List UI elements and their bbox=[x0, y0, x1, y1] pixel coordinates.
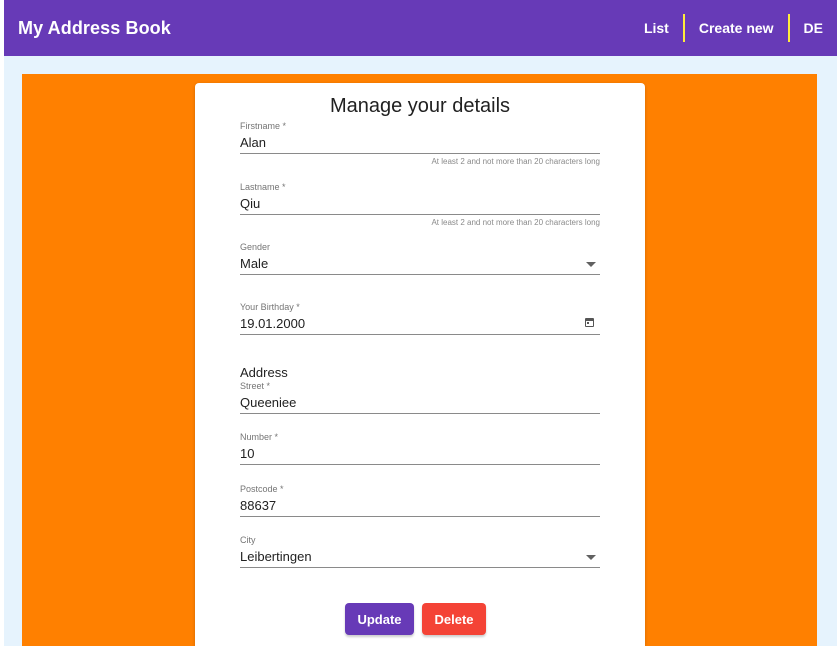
birthday-field: Your Birthday * 19.01.2000 bbox=[240, 302, 600, 335]
firstname-input[interactable]: Alan bbox=[240, 132, 600, 154]
postcode-field: Postcode * 88637 bbox=[240, 484, 600, 517]
street-field: Street * Queeniee bbox=[240, 381, 600, 414]
city-selected-value: Leibertingen bbox=[240, 549, 312, 564]
update-button[interactable]: Update bbox=[345, 603, 414, 635]
lastname-input[interactable]: Qiu bbox=[240, 193, 600, 215]
nav-list-link[interactable]: List bbox=[630, 20, 683, 36]
gender-selected-value: Male bbox=[240, 256, 269, 271]
top-nav: List Create new DE bbox=[630, 0, 837, 56]
lastname-label: Lastname * bbox=[240, 182, 286, 192]
language-toggle[interactable]: DE bbox=[790, 20, 837, 36]
dropdown-arrow-icon[interactable] bbox=[586, 555, 596, 560]
birthday-value: 19.01.2000 bbox=[240, 316, 306, 331]
birthday-label: Your Birthday * bbox=[240, 302, 300, 312]
street-input[interactable]: Queeniee bbox=[240, 392, 600, 414]
details-form-card: Manage your details Firstname * Alan At … bbox=[195, 83, 645, 646]
number-field: Number * 10 bbox=[240, 432, 600, 465]
dropdown-arrow-icon[interactable] bbox=[586, 262, 596, 267]
postcode-label: Postcode * bbox=[240, 484, 284, 494]
lastname-field: Lastname * Qiu At least 2 and not more t… bbox=[240, 182, 600, 227]
app-toolbar: My Address Book List Create new DE bbox=[4, 0, 837, 56]
firstname-label: Firstname * bbox=[240, 121, 287, 131]
gender-field: Gender Male bbox=[240, 242, 600, 275]
street-label: Street * bbox=[240, 381, 271, 391]
number-input[interactable]: 10 bbox=[240, 443, 600, 465]
gender-select[interactable]: Male bbox=[240, 253, 600, 275]
birthday-input[interactable]: 19.01.2000 bbox=[240, 313, 600, 335]
gender-label: Gender bbox=[240, 242, 271, 252]
number-label: Number * bbox=[240, 432, 279, 442]
nav-create-new-link[interactable]: Create new bbox=[685, 20, 788, 36]
calendar-icon[interactable] bbox=[585, 318, 594, 327]
firstname-hint: At least 2 and not more than 20 characte… bbox=[431, 157, 600, 166]
address-heading: Address bbox=[240, 365, 288, 380]
lastname-hint: At least 2 and not more than 20 characte… bbox=[431, 218, 600, 227]
postcode-input[interactable]: 88637 bbox=[240, 495, 600, 517]
form-title: Manage your details bbox=[329, 95, 511, 117]
city-select[interactable]: Leibertingen bbox=[240, 546, 600, 568]
firstname-field: Firstname * Alan At least 2 and not more… bbox=[240, 121, 600, 166]
app-title: My Address Book bbox=[18, 17, 171, 38]
delete-button[interactable]: Delete bbox=[422, 603, 486, 635]
city-label: City bbox=[240, 535, 256, 545]
city-field: City Leibertingen bbox=[240, 535, 600, 568]
